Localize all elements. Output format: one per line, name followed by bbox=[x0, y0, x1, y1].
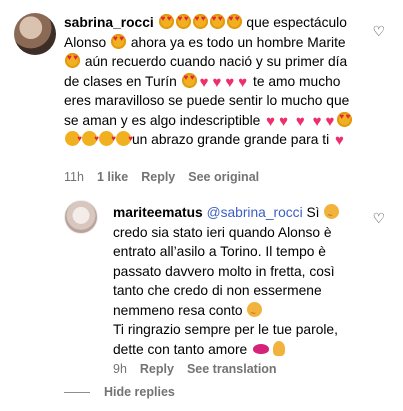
heart-emoji-icon: ♥ bbox=[334, 132, 344, 149]
heart-emoji-icon: ♥ bbox=[325, 112, 335, 130]
reply-text: credo sia stato ieri quando Alonso è ent… bbox=[113, 224, 335, 318]
kiss-emoji-icon bbox=[99, 129, 116, 149]
heart-eyes-emoji-icon bbox=[209, 14, 225, 29]
heart-eyes-emoji-icon bbox=[226, 14, 242, 29]
comment-text: ahora ya es todo un hombre Marite bbox=[127, 34, 346, 50]
pleading-emoji-icon bbox=[247, 301, 263, 323]
heart-eyes-emoji-icon bbox=[158, 14, 174, 29]
heart-emoji-icon: ♥ bbox=[279, 112, 288, 130]
heart-emoji-icon: ♥ bbox=[238, 73, 248, 91]
heart-eyes-emoji-icon bbox=[175, 14, 191, 29]
see-original-button[interactable]: See original bbox=[188, 170, 259, 184]
heart-eyes-emoji-icon bbox=[65, 53, 80, 68]
blushing-emoji-icon bbox=[324, 204, 340, 226]
comment-likes[interactable]: 1 like bbox=[97, 170, 128, 184]
reply-time: 9h bbox=[113, 362, 127, 376]
reply-username[interactable]: mariteematus bbox=[113, 205, 203, 220]
heart-emoji-icon: ♥ bbox=[295, 112, 305, 130]
heart-emoji-icon: ♥ bbox=[212, 73, 222, 91]
hide-replies-button[interactable]: Hide replies bbox=[64, 385, 175, 399]
kiss-emoji-icon bbox=[65, 129, 82, 149]
reply-body: mariteematus @sabrina_rocci Sì credo sia… bbox=[113, 203, 363, 359]
comment-meta: 11h 1 like Reply See original bbox=[64, 170, 259, 184]
avatar[interactable] bbox=[64, 200, 98, 234]
comment-username[interactable]: sabrina_rocci bbox=[64, 15, 154, 30]
reply-text: Sì bbox=[302, 205, 324, 220]
reply-button[interactable]: Reply bbox=[140, 362, 174, 376]
heart-eyes-emoji-icon bbox=[181, 72, 197, 88]
heart-emoji-icon: ♥ bbox=[199, 73, 209, 91]
avatar[interactable] bbox=[14, 13, 56, 55]
comment-time: 11h bbox=[64, 170, 84, 184]
praying-hands-emoji-icon bbox=[273, 340, 286, 356]
comment-text: un abrazo grande grande para ti bbox=[132, 132, 333, 147]
mention-link[interactable]: @sabrina_rocci bbox=[207, 205, 303, 220]
reply-meta: 9h Reply See translation bbox=[113, 362, 277, 376]
kiss-emoji-icon bbox=[82, 129, 99, 149]
heart-outline-icon[interactable]: ♡ bbox=[372, 210, 385, 227]
divider bbox=[64, 391, 90, 393]
reply-text: Ti ringrazio sempre per le tue parole, d… bbox=[113, 322, 338, 357]
see-translation-button[interactable]: See translation bbox=[187, 362, 277, 376]
kiss-emoji-icon bbox=[116, 129, 133, 149]
comment-body: sabrina_rocci que espectáculo Alonso aho… bbox=[64, 13, 364, 150]
lips-emoji-icon bbox=[253, 343, 270, 354]
heart-emoji-icon: ♥ bbox=[266, 112, 276, 130]
heart-emoji-icon: ♥ bbox=[225, 73, 235, 91]
heart-emoji-icon: ♥ bbox=[312, 112, 322, 130]
heart-eyes-emoji-icon bbox=[192, 14, 208, 29]
reply-button[interactable]: Reply bbox=[141, 170, 175, 184]
heart-outline-icon[interactable]: ♡ bbox=[372, 23, 385, 40]
hide-replies-label: Hide replies bbox=[104, 385, 175, 399]
heart-eyes-emoji-icon bbox=[337, 111, 353, 127]
heart-eyes-emoji-icon bbox=[111, 33, 127, 49]
